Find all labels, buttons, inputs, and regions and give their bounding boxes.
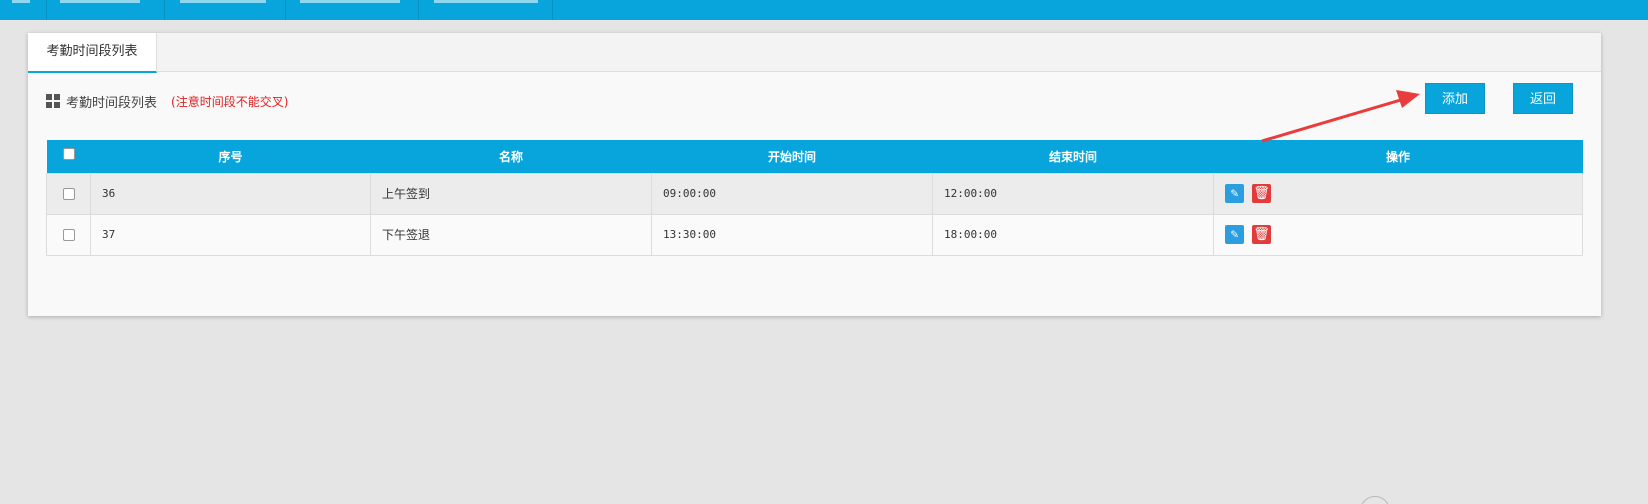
cell-end: 12:00:00 [932, 172, 1214, 215]
top-nav-bar [0, 0, 1648, 20]
cell-name: 上午签到 [370, 172, 652, 215]
tab-attendance-periods[interactable]: 考勤时间段列表 [28, 33, 157, 73]
nav-divider [46, 0, 47, 20]
cell-end: 18:00:00 [932, 213, 1214, 256]
nav-item-4[interactable] [300, 0, 400, 3]
row-checkbox[interactable] [62, 229, 75, 241]
edit-icon[interactable]: ✎ [1225, 184, 1244, 203]
cell-name: 下午签退 [370, 213, 652, 256]
nav-item-1[interactable] [12, 0, 30, 3]
section-header: 考勤时间段列表 (注意时间段不能交叉) [46, 92, 289, 111]
edit-icon[interactable]: ✎ [1225, 225, 1244, 244]
select-all-cell [46, 140, 91, 173]
nav-divider [285, 0, 286, 20]
column-header-id[interactable]: 序号 [90, 140, 371, 173]
back-button[interactable]: 返回 [1513, 83, 1573, 114]
tab-bar: 考勤时间段列表 [28, 33, 1601, 73]
content-panel: 考勤时间段列表 考勤时间段列表 (注意时间段不能交叉) 添加 返回 序号 名称 … [28, 33, 1601, 316]
row-checkbox[interactable] [62, 188, 75, 200]
column-header-start[interactable]: 开始时间 [651, 140, 933, 173]
delete-icon[interactable]: 🗑 [1252, 184, 1271, 203]
table-row: 37 下午签退 13:30:00 18:00:00 ✎ 🗑 [46, 213, 1583, 256]
delete-icon[interactable]: 🗑 [1252, 225, 1271, 244]
column-header-name[interactable]: 名称 [370, 140, 652, 173]
cell-start: 09:00:00 [651, 172, 933, 215]
nav-divider [164, 0, 165, 20]
nav-divider [418, 0, 419, 20]
column-header-end[interactable]: 结束时间 [932, 140, 1214, 173]
column-header-actions: 操作 [1213, 140, 1583, 173]
row-select-cell [46, 213, 91, 256]
nav-item-3[interactable] [180, 0, 266, 3]
cell-actions: ✎ 🗑 [1213, 172, 1583, 215]
cell-actions: ✎ 🗑 [1213, 213, 1583, 256]
row-select-cell [46, 172, 91, 215]
periods-table: 序号 名称 开始时间 结束时间 操作 36 上午签到 09:00:00 12:0… [46, 140, 1583, 256]
section-note: (注意时间段不能交叉) [171, 94, 289, 109]
floating-circle-control[interactable] [1360, 496, 1390, 504]
nav-divider [552, 0, 553, 20]
table-header-row: 序号 名称 开始时间 结束时间 操作 [46, 140, 1583, 173]
cell-id: 37 [90, 213, 371, 256]
select-all-checkbox[interactable] [62, 147, 75, 160]
nav-item-2[interactable] [60, 0, 140, 3]
table-row: 36 上午签到 09:00:00 12:00:00 ✎ 🗑 [46, 172, 1583, 215]
section-title: 考勤时间段列表 [66, 95, 158, 111]
cell-start: 13:30:00 [651, 213, 933, 256]
cell-id: 36 [90, 172, 371, 215]
nav-item-5[interactable] [434, 0, 538, 3]
add-button[interactable]: 添加 [1425, 83, 1485, 114]
grid-icon [46, 94, 60, 108]
